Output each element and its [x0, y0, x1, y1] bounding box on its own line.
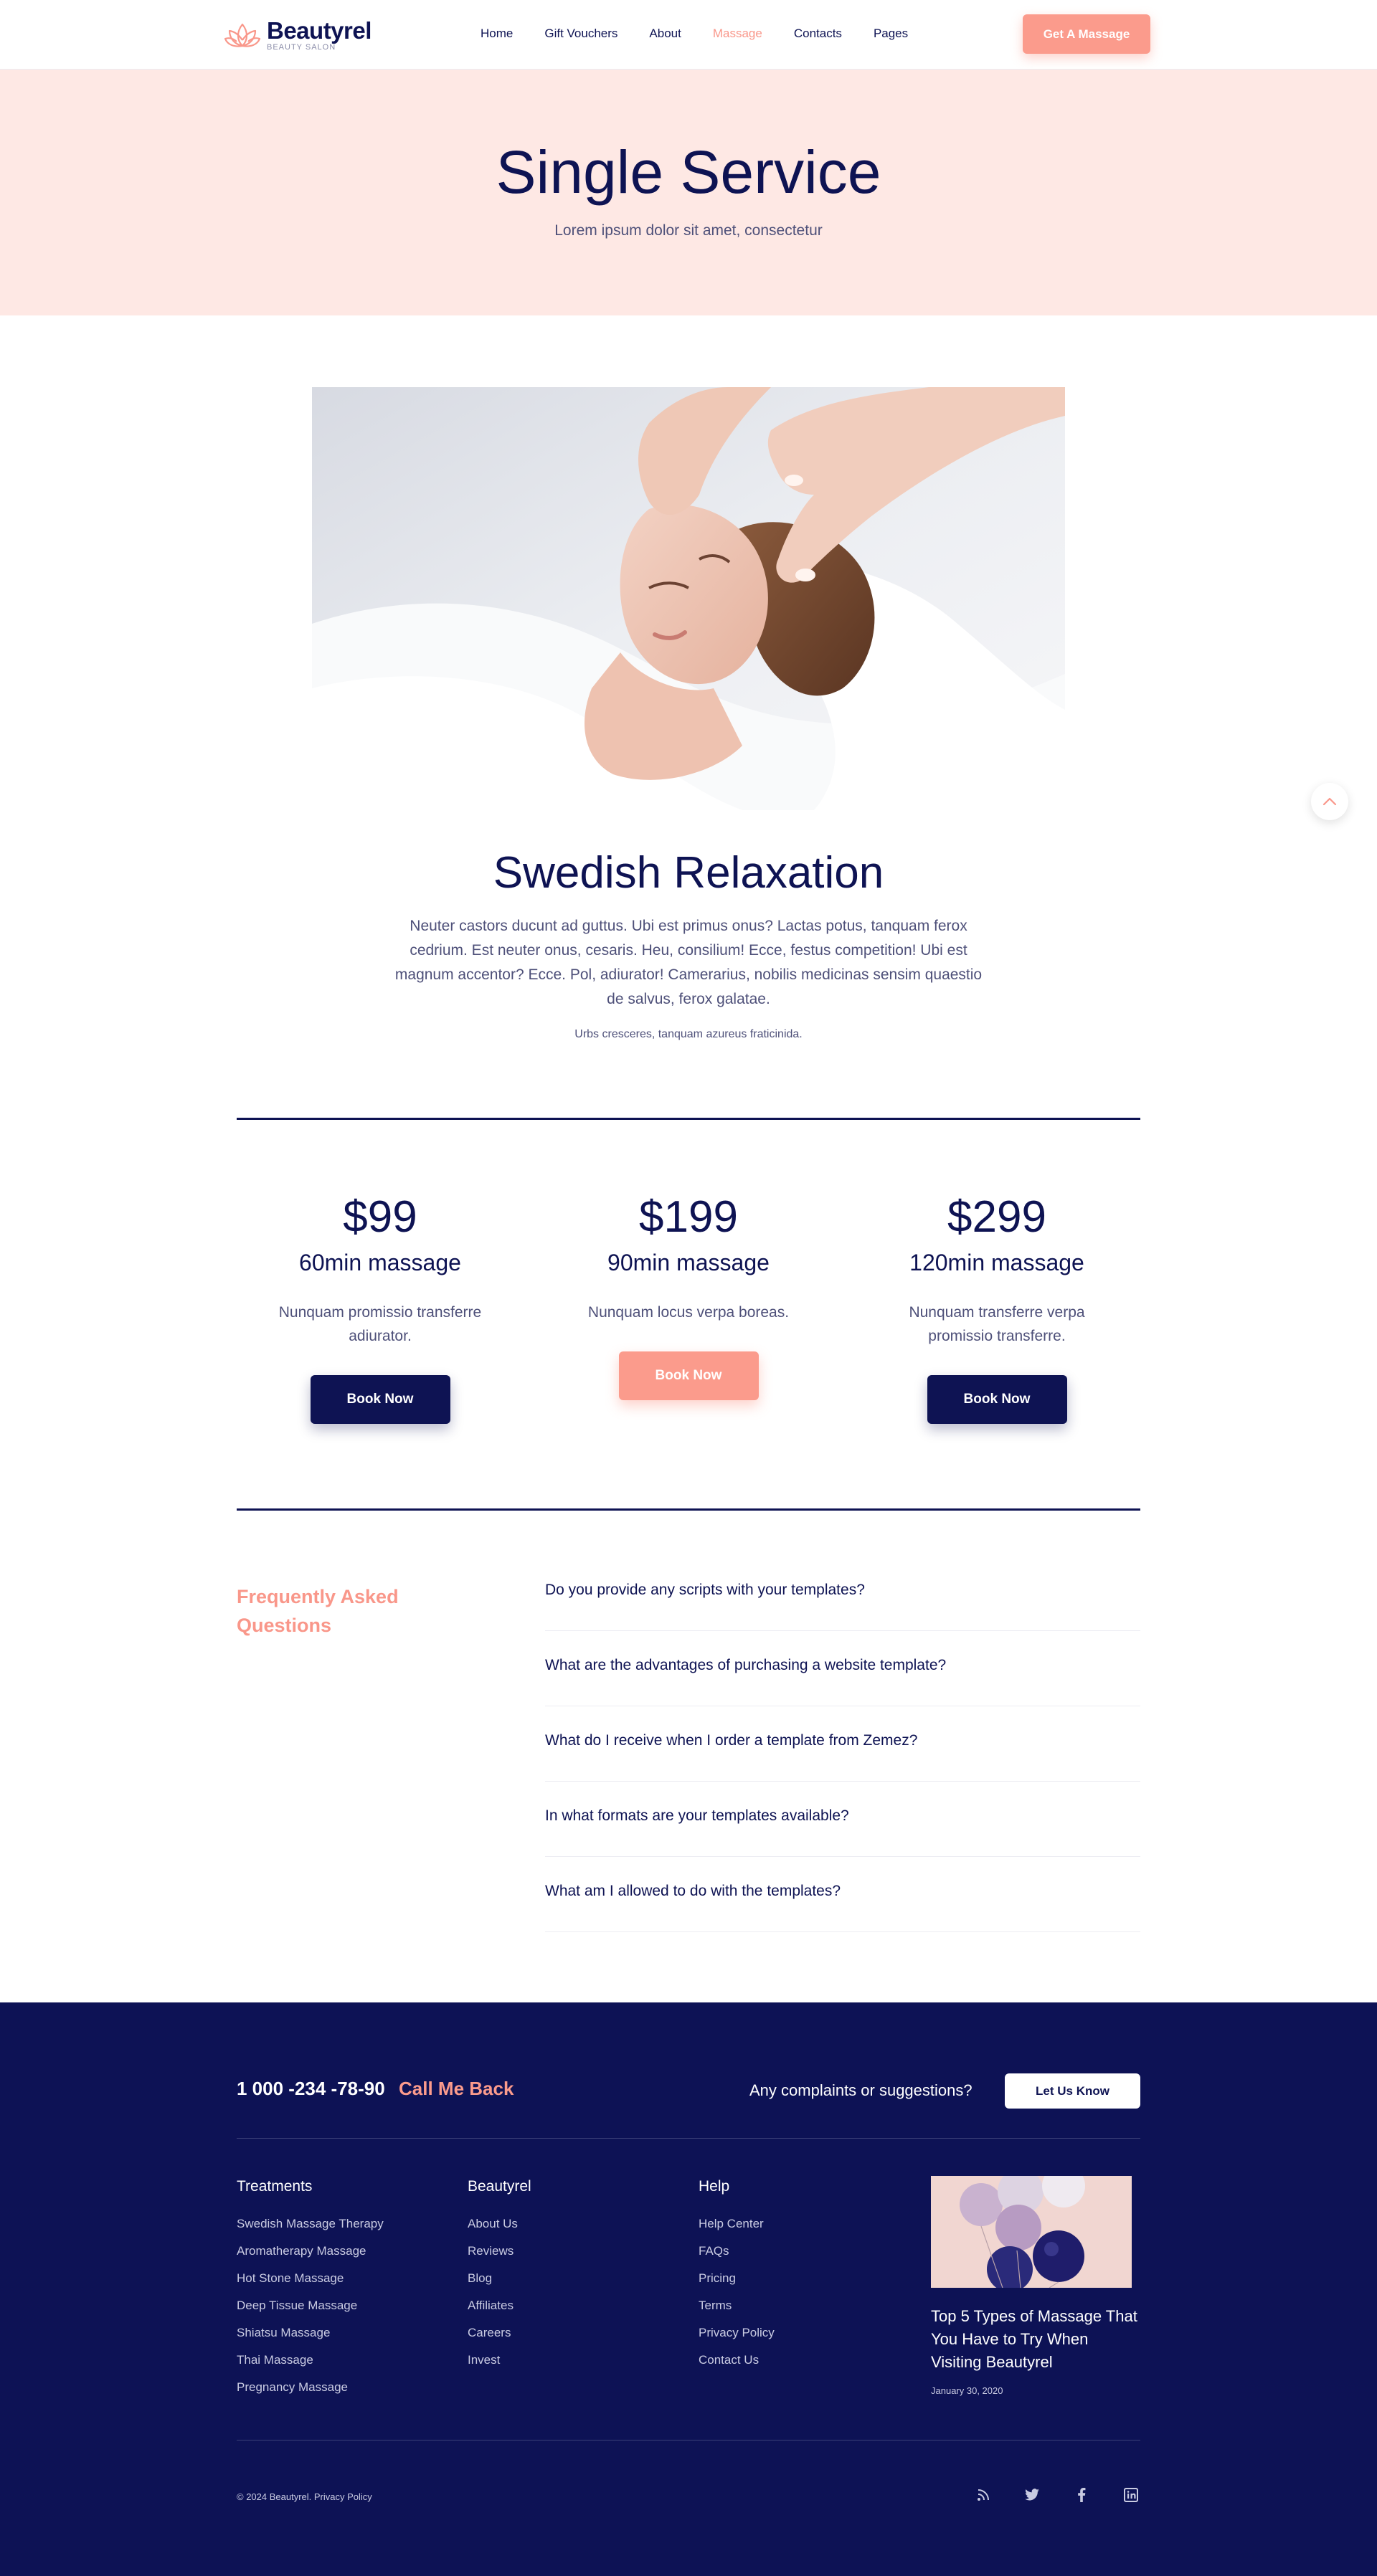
faq-list: Do you provide any scripts with your tem… [545, 1556, 1140, 1932]
plan-description: Nunquam locus verpa boreas. [587, 1304, 790, 1321]
faq-question[interactable]: In what formats are your templates avail… [545, 1782, 1140, 1857]
footer-link[interactable]: Pricing [699, 2271, 775, 2286]
footer-blog-post[interactable]: Top 5 Types of Massage That You Have to … [931, 2176, 1140, 2396]
footer-link[interactable]: Pregnancy Massage [237, 2380, 384, 2395]
service-description: Neuter castors ducunt ad guttus. Ubi est… [394, 918, 983, 1007]
plan-name: 60min massage [299, 1250, 461, 1275]
nav-pages[interactable]: Pages [874, 26, 908, 42]
footer-column-title: Help [699, 2178, 730, 2195]
footer-column-help: Help Help Center FAQs Pricing Terms Priv… [699, 2178, 775, 2380]
footer-column-title: Beautyrel [468, 2178, 531, 2195]
plan-price: $199 [639, 1192, 738, 1242]
service-photo [312, 387, 1065, 810]
massage-photo-illustration [312, 387, 1065, 810]
nav-home[interactable]: Home [481, 26, 513, 42]
facebook-icon[interactable] [1071, 2484, 1092, 2506]
footer-link[interactable]: Aromatherapy Massage [237, 2244, 384, 2258]
footer-link[interactable]: Blog [468, 2271, 531, 2286]
footer-link[interactable]: Hot Stone Massage [237, 2271, 384, 2286]
footer-link[interactable]: Thai Massage [237, 2353, 384, 2367]
footer-divider [237, 2138, 1140, 2139]
nav-gift-vouchers[interactable]: Gift Vouchers [544, 26, 617, 42]
site-header: Beautyrel BEAUTY SALON Home Gift Voucher… [0, 0, 1377, 70]
book-now-button[interactable]: Book Now [618, 1351, 759, 1400]
footer-link[interactable]: About Us [468, 2217, 531, 2231]
book-now-button[interactable]: Book Now [927, 1375, 1067, 1424]
page-title: Single Service [496, 138, 881, 206]
balloons-illustration [931, 2176, 1132, 2288]
pricing-plan: $99 60min massage Nunquam promissio tran… [237, 1190, 524, 1424]
plan-description: Nunquam transferre verpa promissio trans… [909, 1304, 1085, 1344]
footer-column-beautyrel: Beautyrel About Us Reviews Blog Affiliat… [468, 2178, 531, 2380]
faq-question[interactable]: What am I allowed to do with the templat… [545, 1857, 1140, 1932]
logo[interactable]: Beautyrel BEAUTY SALON [224, 17, 372, 53]
footer-link[interactable]: Reviews [468, 2244, 531, 2258]
service-note: Urbs cresceres, tanquam azureus fraticin… [574, 1028, 803, 1040]
footer-link[interactable]: Shiatsu Massage [237, 2326, 384, 2340]
complaints-text: Any complaints or suggestions? [749, 2081, 973, 2099]
page-hero: Single Service Lorem ipsum dolor sit ame… [0, 70, 1377, 315]
pricing-plan: $199 90min massage Nunquam locus verpa b… [545, 1190, 832, 1400]
footer-column-title: Treatments [237, 2178, 313, 2195]
let-us-know-button[interactable]: Let Us Know [1005, 2073, 1140, 2109]
twitter-icon[interactable] [1021, 2484, 1043, 2506]
footer-column-treatments: Treatments Swedish Massage Therapy Aroma… [237, 2178, 384, 2408]
plan-name: 90min massage [607, 1250, 770, 1275]
footer-phone[interactable]: 1 000 -234 -78-90 [237, 2078, 385, 2100]
blog-post-image[interactable] [931, 2176, 1132, 2288]
faq-question[interactable]: What are the advantages of purchasing a … [545, 1631, 1140, 1706]
footer-link[interactable]: FAQs [699, 2244, 775, 2258]
faq-question[interactable]: Do you provide any scripts with your tem… [545, 1556, 1140, 1631]
footer-link[interactable]: Contact Us [699, 2353, 775, 2367]
call-me-back-link[interactable]: Call Me Back [399, 2078, 514, 2100]
nav-massage[interactable]: Massage [713, 26, 762, 42]
section-divider [237, 1118, 1140, 1120]
plan-price: $99 [343, 1192, 417, 1242]
chevron-up-icon [1322, 797, 1337, 806]
page-subtitle: Lorem ipsum dolor sit amet, consectetur [554, 222, 823, 239]
footer-link[interactable]: Swedish Massage Therapy [237, 2217, 384, 2231]
footer-link[interactable]: Help Center [699, 2217, 775, 2231]
plan-price: $299 [947, 1192, 1046, 1242]
nav-contacts[interactable]: Contacts [794, 26, 842, 42]
main-nav: Home Gift Vouchers About Massage Contact… [481, 26, 940, 42]
footer-link[interactable]: Privacy Policy [699, 2326, 775, 2340]
nav-about[interactable]: About [649, 26, 681, 42]
footer-link[interactable]: Affiliates [468, 2299, 531, 2313]
get-a-massage-button[interactable]: Get A Massage [1023, 14, 1150, 54]
brand-tagline: BEAUTY SALON [267, 43, 336, 52]
book-now-button[interactable]: Book Now [310, 1375, 450, 1424]
rss-icon[interactable] [973, 2484, 994, 2506]
copyright: © 2024 Beautyrel. Privacy Policy [237, 2491, 372, 2502]
brand-name: Beautyrel [267, 17, 372, 44]
site-footer: 1 000 -234 -78-90 Call Me Back Any compl… [0, 2002, 1377, 2576]
lotus-icon [224, 23, 261, 47]
faq-question[interactable]: What do I receive when I order a templat… [545, 1706, 1140, 1782]
blog-post-date: January 30, 2020 [931, 2385, 1003, 2396]
blog-post-title[interactable]: Top 5 Types of Massage That You Have to … [931, 2305, 1140, 2374]
footer-link[interactable]: Invest [468, 2353, 531, 2367]
section-divider [237, 1508, 1140, 1511]
footer-link[interactable]: Careers [468, 2326, 531, 2340]
service-title: Swedish Relaxation [493, 848, 884, 898]
scroll-to-top-button[interactable] [1311, 783, 1348, 820]
pricing-plan: $299 120min massage Nunquam transferre v… [853, 1190, 1140, 1424]
plan-name: 120min massage [909, 1250, 1084, 1275]
faq-heading: Frequently Asked Questions [237, 1586, 399, 1636]
footer-link[interactable]: Deep Tissue Massage [237, 2299, 384, 2313]
footer-link[interactable]: Terms [699, 2299, 775, 2313]
linkedin-icon[interactable] [1120, 2484, 1142, 2506]
plan-description: Nunquam promissio transferre adiurator. [278, 1304, 482, 1344]
